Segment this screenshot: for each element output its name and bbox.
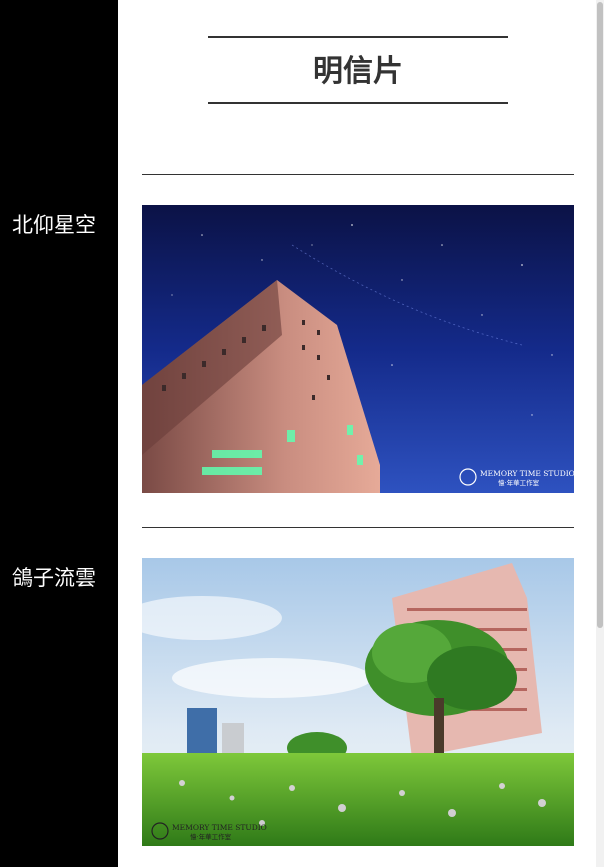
postcard-image-night-sky[interactable]: MEMORY TIME STUDIO 憶·年華工作室 [142,205,574,493]
sidebar-item-1[interactable]: 北仰星空 [12,209,96,239]
watermark-en: MEMORY TIME STUDIO [172,823,267,832]
sidebar-item-2[interactable]: 鴿子流雲 [12,562,96,592]
header-rule-bottom [208,102,508,104]
daytime-lawn-tree-building-photo: MEMORY TIME STUDIO 憶·年華工作室 [142,558,574,846]
scrollbar-thumb[interactable] [597,2,603,628]
header-rule-top [208,36,508,38]
watermark-en: MEMORY TIME STUDIO [480,469,574,478]
watermark-cn: 憶·年華工作室 [190,832,232,841]
night-sky-building-photo: MEMORY TIME STUDIO 憶·年華工作室 [142,205,574,493]
section-divider [142,527,574,528]
watermark-cn: 憶·年華工作室 [498,478,540,487]
sidebar: 北仰星空 鴿子流雲 [0,0,118,867]
page-title: 明信片 [313,54,403,89]
section-divider [142,174,574,175]
postcard-image-pigeon-clouds[interactable]: MEMORY TIME STUDIO 憶·年華工作室 [142,558,574,846]
